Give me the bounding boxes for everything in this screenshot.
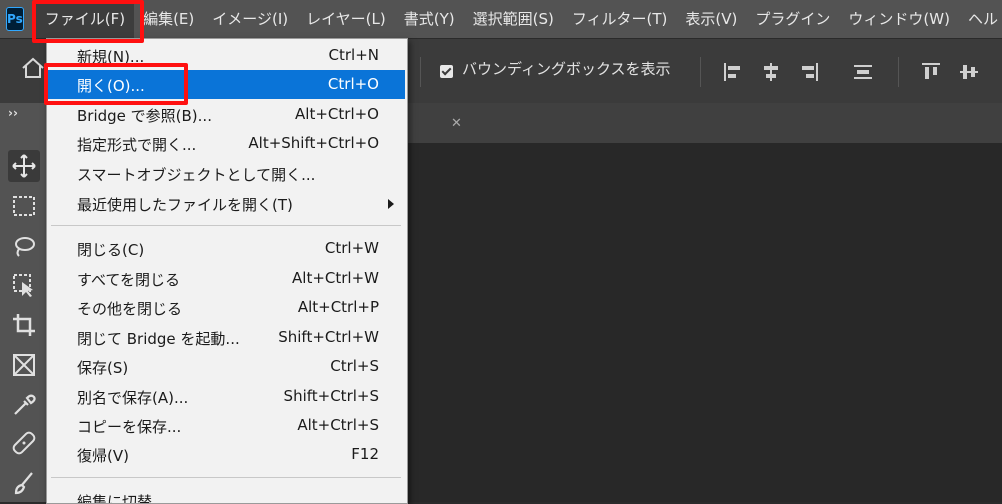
menu-edit[interactable]: 編集(E): [134, 0, 203, 38]
menu-item-label: 指定形式で開く...: [77, 136, 197, 154]
menu-item-save[interactable]: 保存(S) Ctrl+S: [47, 352, 405, 381]
menu-item-label: 保存(S): [77, 359, 129, 377]
menu-item-shortcut: Alt+Shift+Ctrl+O: [248, 134, 379, 152]
submenu-arrow-icon: [388, 199, 394, 209]
menu-separator: [51, 477, 401, 478]
brush-tool-icon[interactable]: [10, 469, 38, 497]
panel-collapse-icon[interactable]: ››: [8, 106, 18, 120]
show-bounding-box-label: バウンディングボックスを表示: [462, 60, 671, 78]
align-horizontal-centers-icon[interactable]: [760, 61, 782, 83]
menu-item-label: 別名で保存(A)...: [77, 389, 189, 407]
align-vertical-centers-icon[interactable]: [958, 61, 980, 83]
menu-item-close-all[interactable]: すべてを閉じる Alt+Ctrl+W: [47, 264, 405, 293]
menubar: Ps ファイル(F) 編集(E) イメージ(I) レイヤー(L) 書式(Y) 選…: [0, 0, 1002, 38]
menu-item-label: スマートオブジェクトとして開く...: [77, 166, 316, 184]
eyedropper-tool-icon[interactable]: [10, 391, 38, 419]
show-bounding-box-checkbox[interactable]: [440, 65, 453, 78]
annotation-highlight-file-menu: [32, 0, 144, 43]
menu-item-shortcut: Shift+Ctrl+W: [278, 328, 379, 346]
crop-tool-icon[interactable]: [10, 311, 38, 339]
menu-item-label: コピーを保存...: [77, 418, 182, 436]
move-tool-icon[interactable]: [8, 150, 40, 182]
healing-brush-tool-icon[interactable]: [10, 429, 38, 457]
align-left-edges-icon[interactable]: [722, 61, 744, 83]
align-right-edges-icon[interactable]: [798, 61, 820, 83]
menu-item-label: すべてを閉じる: [77, 271, 181, 289]
align-top-edges-icon[interactable]: [920, 61, 942, 83]
menu-select[interactable]: 選択範囲(S): [464, 0, 563, 38]
menu-item-label: 最近使用したファイルを開く(T): [77, 196, 293, 214]
menu-item-save-as[interactable]: 別名で保存(A)... Shift+Ctrl+S: [47, 382, 405, 411]
menu-type[interactable]: 書式(Y): [395, 0, 464, 38]
menu-separator: [51, 225, 401, 226]
menu-item-shortcut: Ctrl+W: [324, 239, 379, 257]
menu-item-revert[interactable]: 復帰(V) F12: [47, 440, 405, 469]
tools-panel: ››: [0, 103, 48, 502]
menu-item-label: Bridge で参照(B)...: [77, 107, 212, 125]
frame-tool-icon[interactable]: [10, 351, 38, 379]
menu-item-shortcut: Ctrl+O: [327, 75, 379, 93]
menu-item-close-and-go-to-bridge[interactable]: 閉じて Bridge を起動... Shift+Ctrl+W: [47, 323, 405, 352]
annotation-highlight-open-item: [44, 63, 188, 105]
options-divider: [898, 57, 899, 87]
menu-layer[interactable]: レイヤー(L): [297, 0, 395, 38]
menu-item-shortcut: Ctrl+N: [328, 46, 379, 64]
menu-item-save-a-copy[interactable]: コピーを保存... Alt+Ctrl+S: [47, 411, 405, 440]
menu-view[interactable]: 表示(V): [676, 0, 746, 38]
menu-item-shortcut: Alt+Ctrl+S: [297, 416, 379, 434]
object-selection-tool-icon[interactable]: [10, 271, 38, 299]
menu-item-shortcut: Alt+Ctrl+O: [295, 105, 379, 123]
menu-item-shortcut: Alt+Ctrl+W: [292, 269, 379, 287]
menu-help[interactable]: ヘル: [959, 0, 1002, 38]
menu-item-label: 閉じて Bridge を起動...: [77, 330, 240, 348]
menu-item-open-as[interactable]: 指定形式で開く... Alt+Shift+Ctrl+O: [47, 129, 405, 158]
menu-filter[interactable]: フィルター(T): [563, 0, 677, 38]
options-divider: [700, 57, 701, 87]
menu-item-close[interactable]: 閉じる(C) Ctrl+W: [47, 234, 405, 263]
menu-item-shortcut: Shift+Ctrl+S: [283, 387, 379, 405]
menu-plugins[interactable]: プラグイン: [746, 0, 839, 38]
menu-item-shortcut: Alt+Ctrl+P: [297, 298, 379, 316]
options-divider: [420, 57, 421, 87]
file-menu-dropdown: 新規(N)... Ctrl+N 開く(O)... Ctrl+O Bridge で…: [46, 38, 408, 504]
menu-item-open-recent[interactable]: 最近使用したファイルを開く(T): [47, 189, 405, 218]
menu-item-shortcut: F12: [351, 445, 379, 463]
menu-image[interactable]: イメージ(I): [203, 0, 297, 38]
menu-window[interactable]: ウィンドウ(W): [839, 0, 959, 38]
menu-item-switch-to-edit[interactable]: 編集に切替: [47, 486, 405, 504]
menu-item-label: 閉じる(C): [77, 241, 145, 259]
photoshop-logo: Ps: [6, 7, 24, 31]
marquee-tool-icon[interactable]: [10, 192, 38, 220]
lasso-tool-icon[interactable]: [10, 233, 38, 261]
menu-item-shortcut: Ctrl+S: [330, 357, 379, 375]
close-tab-icon[interactable]: ✕: [451, 116, 462, 131]
menu-item-close-others[interactable]: その他を閉じる Alt+Ctrl+P: [47, 293, 405, 322]
home-icon[interactable]: [20, 55, 46, 81]
distribute-icon[interactable]: [852, 61, 874, 83]
menu-item-label: 復帰(V): [77, 447, 129, 465]
menu-item-label: その他を閉じる: [77, 300, 183, 318]
menu-item-label: 編集に切替: [77, 493, 153, 504]
menu-item-open-as-smart-object[interactable]: スマートオブジェクトとして開く...: [47, 159, 405, 188]
